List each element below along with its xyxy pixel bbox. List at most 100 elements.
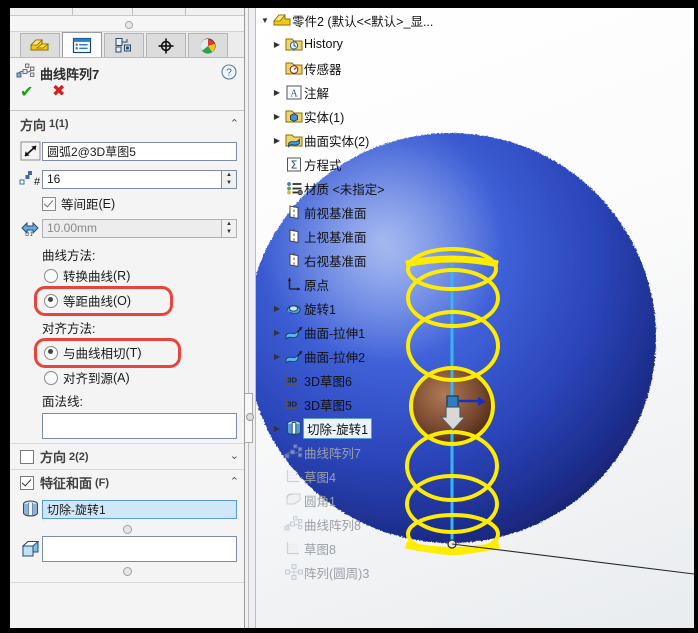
display-manager-tab[interactable] — [188, 33, 228, 57]
splitter-handle-dot-icon[interactable] — [246, 413, 254, 421]
chevron-right-icon[interactable]: ▶ — [270, 136, 284, 145]
features-faces-checkbox[interactable] — [20, 475, 34, 490]
sketch3d-icon: 3D — [286, 398, 298, 410]
radio-icon[interactable] — [44, 268, 58, 283]
feature-manager-tab[interactable] — [20, 33, 60, 57]
selected-face-field[interactable] — [42, 536, 237, 562]
face-normal-field[interactable] — [42, 413, 237, 439]
dimxpert-manager-tab[interactable] — [146, 33, 186, 57]
radio-icon[interactable] — [44, 345, 58, 360]
tree-node[interactable]: 草图4 — [256, 464, 476, 488]
tree-node-label: 传感器 — [304, 62, 342, 77]
tree-node-label: 上视基准面 — [304, 230, 367, 245]
curve-method-option-offset[interactable]: 等距曲线 (O) — [10, 286, 244, 315]
fillet-icon — [284, 491, 304, 509]
chevron-down-icon[interactable]: ⌄ — [230, 451, 239, 462]
pattern-direction-row: 圆弧2@3D草图5 — [10, 137, 244, 165]
chevron-right-icon[interactable]: ▶ — [270, 352, 284, 361]
feature-tree[interactable]: ▼ 零件2 (默认<<默认>_显... ▶ History 传感器 ▶ A 注解 ▶ 实体(1) ▶… — [256, 8, 476, 581]
chevron-right-icon[interactable]: ▶ — [270, 424, 284, 433]
tree-node[interactable]: ▶ History — [256, 32, 476, 56]
tree-node[interactable]: 前视基准面 — [256, 200, 476, 224]
equal-spacing-checkbox[interactable] — [42, 196, 56, 211]
tree-node-label: 3D草图6 — [304, 374, 352, 389]
tree-node[interactable]: Σ 方程式 — [256, 152, 476, 176]
chevron-up-icon[interactable]: ⌃ — [230, 118, 239, 130]
revolve-icon — [286, 305, 301, 315]
direction1-section-header[interactable]: 方向 1(1) ⌃ — [10, 111, 244, 137]
tree-node[interactable]: 传感器 — [256, 56, 476, 80]
resize-handle-dot-icon[interactable] — [123, 525, 132, 534]
equal-spacing-row[interactable]: 等间距 (E) — [10, 193, 244, 214]
tree-node[interactable]: 3D 3D草图5 — [256, 392, 476, 416]
align-method-option-source[interactable]: 对齐到源 (A) — [10, 367, 244, 388]
tree-node-label: 注解 — [304, 86, 330, 101]
instance-count-field[interactable]: 16 — [42, 169, 222, 189]
tree-node[interactable]: ▼ 零件2 (默认<<默认>_显... — [256, 8, 476, 32]
tree-node[interactable]: 草图8 — [256, 536, 476, 560]
pane-splitter[interactable] — [245, 8, 256, 628]
equations-icon: Σ — [287, 157, 301, 172]
tree-node-label: 右视基准面 — [304, 254, 367, 269]
pattern-direction-field[interactable]: 圆弧2@3D草图5 — [42, 141, 237, 161]
splitter-bar[interactable] — [248, 8, 256, 628]
resize-handle-dot-icon[interactable] — [123, 567, 132, 576]
tree-node[interactable]: 阵列(圆周)3 — [256, 560, 476, 584]
stepper-up-icon[interactable]: ▲ — [222, 171, 236, 180]
tree-node[interactable]: 曲线阵列7 — [256, 440, 476, 464]
tree-node[interactable]: 上视基准面 — [256, 224, 476, 248]
tree-node[interactable]: 曲线阵列8 — [256, 512, 476, 536]
tree-node[interactable]: ▶ 旋转1 — [256, 296, 476, 320]
chevron-down-icon[interactable]: ▼ — [258, 16, 272, 25]
tree-node[interactable]: ▶ 切除-旋转1 — [256, 416, 476, 440]
curve-method-option-transform[interactable]: 转换曲线 (R) — [10, 265, 244, 286]
tree-node[interactable]: 右视基准面 — [256, 248, 476, 272]
solidworks-window: 曲线阵列7 ? ✔ ✖ 方向 1(1) ⌃ 圆弧2@3D草图5 # 16 ▲ ▼… — [0, 0, 698, 633]
tree-node-label: 草图8 — [304, 542, 336, 557]
tree-node[interactable]: ▶ 曲面-拉伸2 — [256, 344, 476, 368]
chevron-right-icon[interactable]: ▶ — [270, 328, 284, 337]
radio-icon[interactable] — [44, 370, 58, 385]
tree-node-label: 材质 <未指定> — [304, 182, 385, 197]
instance-count-row: # 16 ▲ ▼ — [10, 165, 244, 193]
features-faces-section-header[interactable]: 特征和面 (F) ⌃ — [10, 469, 244, 495]
property-manager-header: 曲线阵列7 ? ✔ ✖ — [10, 58, 244, 111]
chevron-right-icon[interactable]: ▶ — [270, 112, 284, 121]
property-manager-tab[interactable] — [62, 32, 102, 57]
tree-node[interactable]: ▶ 曲面实体(2) — [256, 128, 476, 152]
toolbar-strip — [10, 8, 244, 16]
direction1-suffix: 1(1) — [49, 118, 69, 130]
chevron-right-icon[interactable]: ▶ — [270, 40, 284, 49]
tree-node-label: 原点 — [304, 278, 330, 293]
tree-node[interactable]: 圆角1 — [256, 488, 476, 512]
chevron-up-icon[interactable]: ⌃ — [230, 477, 239, 488]
configuration-manager-tab[interactable] — [104, 33, 144, 57]
selected-feature-field[interactable]: 切除-旋转1 — [42, 499, 237, 519]
align-method-option-tangent[interactable]: 与曲线相切 (T) — [10, 338, 244, 367]
stepper-down-icon[interactable]: ▼ — [222, 179, 236, 188]
window-frame-right — [694, 0, 698, 633]
radio-icon[interactable] — [44, 293, 58, 308]
instance-count-stepper[interactable]: ▲ ▼ — [222, 169, 237, 189]
part-icon — [272, 11, 292, 29]
chevron-right-icon[interactable]: ▶ — [270, 304, 284, 313]
direction2-section-header[interactable]: 方向 2(2) ⌄ — [10, 443, 244, 469]
curve-method-option-transform-mnemonic: (R) — [113, 268, 131, 283]
stepper-up-icon: ▲ — [226, 220, 232, 227]
tree-node[interactable]: 3D 3D草图6 — [256, 368, 476, 392]
horizontal-splitter[interactable] — [10, 16, 244, 32]
direction2-checkbox[interactable] — [20, 449, 34, 464]
cancel-button[interactable]: ✖ — [52, 84, 65, 100]
leader-line — [451, 543, 694, 575]
tree-node[interactable]: 材质 <未指定> — [256, 176, 476, 200]
tree-node[interactable]: ▶ 曲面-拉伸1 — [256, 320, 476, 344]
tree-node[interactable]: 原点 — [256, 272, 476, 296]
tree-node[interactable]: ▶ A 注解 — [256, 80, 476, 104]
plane-icon — [284, 251, 304, 269]
tree-node[interactable]: ▶ 实体(1) — [256, 104, 476, 128]
chevron-right-icon[interactable]: ▶ — [270, 88, 284, 97]
accept-button[interactable]: ✔ — [20, 85, 33, 101]
graphics-area: ▼ 零件2 (默认<<默认>_显... ▶ History 传感器 ▶ A 注解 ▶ 实体(1) ▶… — [256, 8, 694, 628]
help-question-icon[interactable]: ? — [221, 64, 237, 80]
feature-tree-icon — [30, 39, 50, 50]
